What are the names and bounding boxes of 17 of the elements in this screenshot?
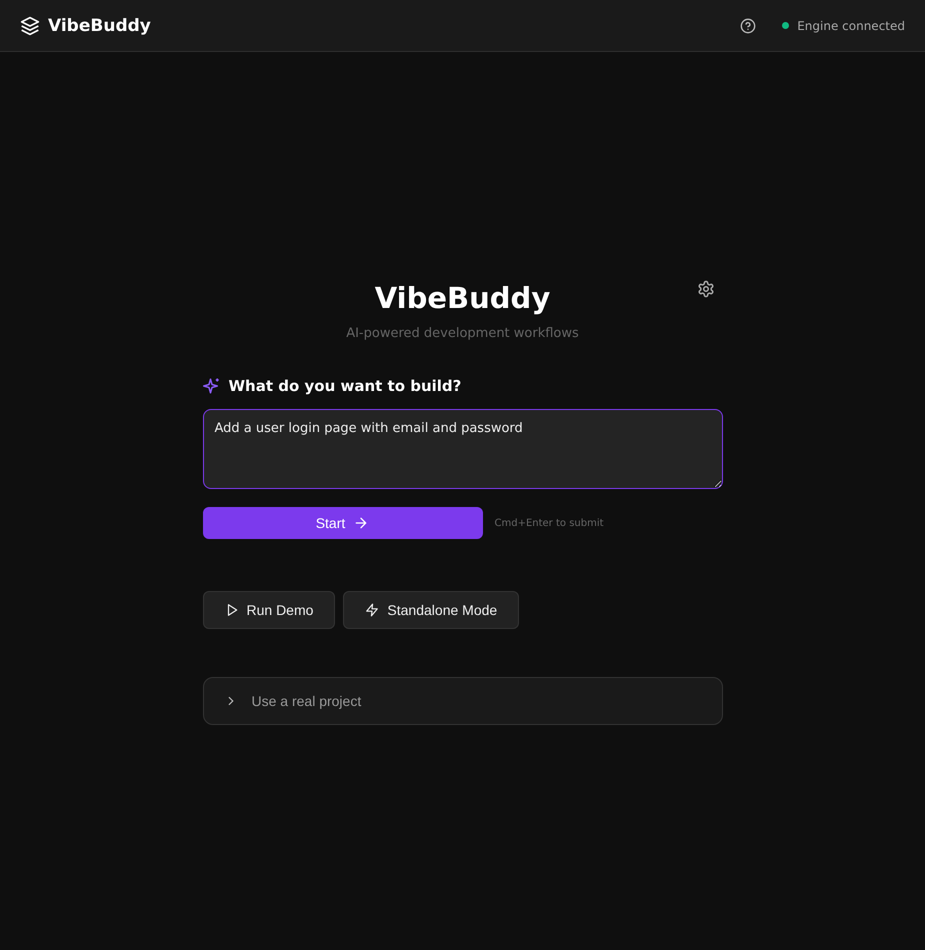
submit-hint: Cmd+Enter to submit: [494, 518, 604, 528]
prompt-input[interactable]: Add a user login page with email and password: [202, 409, 722, 489]
start-button[interactable]: Start: [202, 507, 482, 539]
lightning-icon: [365, 603, 380, 617]
arrow-right-icon: [353, 515, 370, 531]
run-demo-button[interactable]: Run Demo: [202, 591, 336, 629]
layers-icon: [20, 16, 40, 36]
help-icon[interactable]: [740, 18, 756, 34]
standalone-button[interactable]: Standalone Mode: [343, 591, 520, 629]
app-logo: VibeBuddy: [48, 16, 151, 36]
settings-icon[interactable]: [696, 280, 714, 298]
project-expander[interactable]: Use a real project: [202, 677, 722, 725]
page-subtitle: AI-powered development workflows: [345, 326, 580, 341]
status-text: Engine connected: [797, 18, 905, 32]
sparkle-icon: [202, 377, 220, 395]
prompt-heading: What do you want to build?: [228, 377, 462, 395]
page-title: VibeBuddy: [374, 280, 550, 316]
